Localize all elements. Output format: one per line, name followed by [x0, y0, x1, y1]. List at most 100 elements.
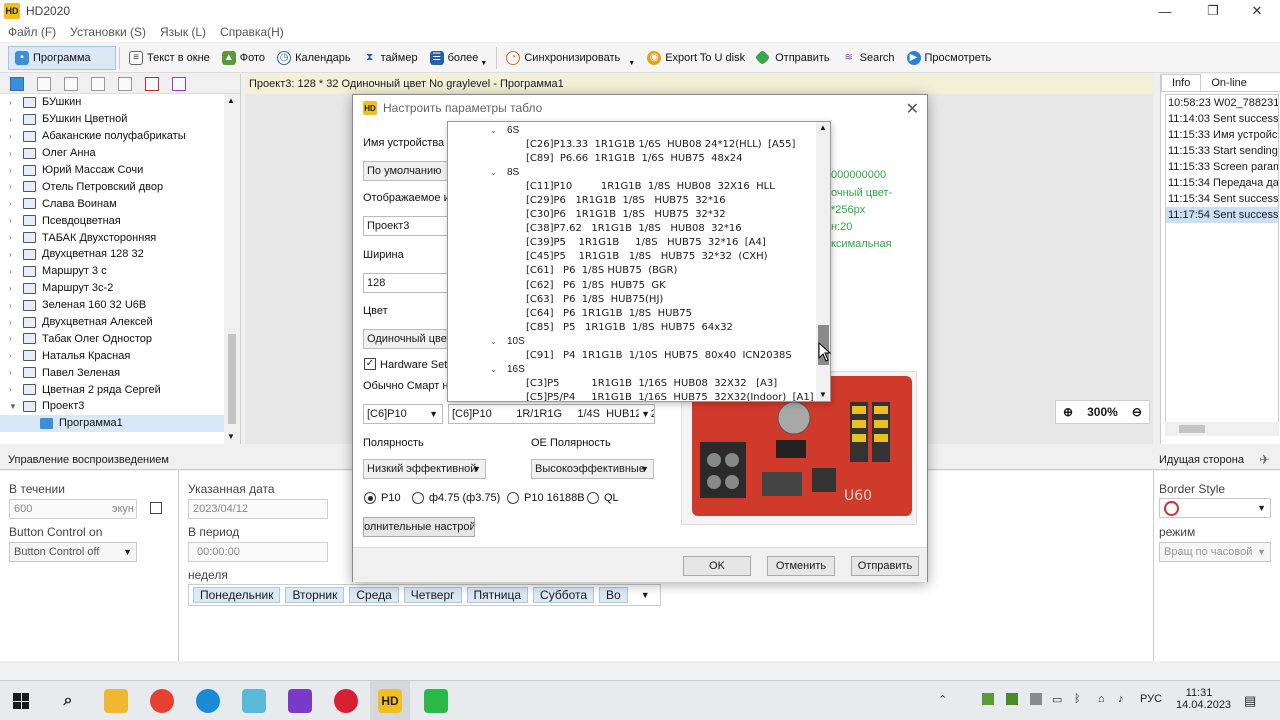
module-option[interactable]: [C30]P6 1R1G1B 1/8S HUB75 32*32 [448, 208, 816, 222]
opera-icon[interactable] [334, 689, 358, 713]
send-settings-button[interactable]: Отправить [851, 556, 919, 576]
scroll-down-icon[interactable]: ▼ [819, 390, 827, 399]
ok-button[interactable]: OK [683, 556, 751, 576]
oe-polarity-select[interactable]: Высокоэффективные ▼ [531, 459, 654, 479]
clock[interactable]: 11:31 14.04.2023 [1176, 687, 1231, 711]
device-icon[interactable] [1030, 693, 1042, 705]
more-button[interactable]: ☰ более ▼ [424, 46, 494, 70]
expand-right-icon[interactable]: › [9, 284, 23, 293]
tree-item[interactable]: › Абаканские полуфабрикаты [0, 128, 224, 145]
log-line[interactable]: 11:15:33 Имя устройс [1166, 127, 1278, 143]
nvidia-icon[interactable] [1006, 693, 1018, 705]
photo-button[interactable]: ▲ Фото [216, 46, 271, 70]
advanced-settings-button[interactable]: олнительные настрой [363, 517, 475, 537]
tree-item[interactable]: › Двухцветная 128 32 [0, 246, 224, 263]
color-select[interactable]: Одиночный цвет [363, 329, 449, 349]
start-button[interactable] [13, 693, 29, 709]
tree-item[interactable]: › Псевдоцветная [0, 212, 224, 229]
module-option[interactable]: [C64] P6 1R1G1B 1/8S HUB75 [448, 306, 816, 320]
module-option[interactable]: [C91] P4 1R1G1B 1/10S HUB75 80x40 ICN203… [448, 349, 816, 363]
zoom-out-icon[interactable]: ⊖ [1132, 405, 1142, 419]
tree-item[interactable]: › Павел Зеленая [0, 364, 224, 381]
collapse-icon[interactable]: ⌄ [490, 168, 507, 177]
mode-select[interactable]: Вращ по часовой ▼ [1159, 542, 1271, 562]
expand-right-icon[interactable]: › [9, 115, 23, 124]
during-checkbox[interactable] [150, 502, 162, 514]
expand-right-icon[interactable]: › [9, 318, 23, 327]
weekday-tag[interactable]: Суббота [533, 587, 595, 603]
menu-file[interactable]: Файл (F) [8, 25, 56, 39]
add-screen-icon[interactable] [10, 76, 24, 91]
calendar-button[interactable]: ◷ Календарь [271, 46, 357, 70]
edge-icon[interactable] [196, 689, 220, 713]
tree-item[interactable]: › Зеленая 160 32 U6B [0, 297, 224, 314]
expand-right-icon[interactable]: › [9, 267, 23, 276]
preview-button[interactable]: ▶ Просмотреть [901, 46, 998, 70]
log-line[interactable]: 11:17:54 Sent successf [1166, 207, 1278, 223]
module-full-select[interactable]: [C6]P10 1R/1R1G 1/4S HUB12 32 ▼ [448, 404, 655, 424]
hardware-settings-checkbox[interactable]: ✓ [364, 358, 376, 370]
close-button[interactable]: ✕ [1234, 0, 1280, 22]
file-explorer-icon[interactable] [104, 689, 128, 713]
weekday-tag[interactable]: Четверг [403, 587, 462, 603]
collapse-icon[interactable]: ⌄ [490, 337, 507, 346]
collapse-icon[interactable]: ⌄ [490, 126, 507, 135]
expand-right-icon[interactable]: › [9, 149, 23, 158]
scroll-thumb[interactable] [1179, 425, 1205, 433]
expand-right-icon[interactable]: › [9, 250, 23, 259]
dialog-close-icon[interactable]: ✕ [906, 99, 919, 119]
network-icon[interactable]: ⌂ [1098, 693, 1105, 705]
chrome-icon[interactable] [150, 689, 174, 713]
expand-right-icon[interactable]: › [9, 166, 23, 175]
radio-p10-16188[interactable] [507, 492, 519, 504]
log-line[interactable]: 10:58:23 W02_7882314 [1166, 95, 1278, 111]
expand-right-icon[interactable]: › [9, 216, 23, 225]
move-down-icon[interactable] [118, 76, 132, 91]
tree-item[interactable]: › Маршрут 3 с [0, 263, 224, 280]
polarity-select[interactable]: Низкий эффективной ▼ [363, 459, 486, 479]
tree-item[interactable]: › Юрий Массаж Сочи [0, 162, 224, 179]
module-group[interactable]: ⌄ 8S [448, 165, 816, 179]
module-option[interactable]: [C61] P6 1/8S HUB75 (BGR) [448, 264, 816, 278]
expand-right-icon[interactable]: › [9, 368, 23, 377]
tray-app-icon[interactable] [982, 693, 994, 705]
tree-item[interactable]: › Двухцветная Алексей [0, 314, 224, 331]
zoom-in-icon[interactable]: ⊕ [1063, 405, 1073, 419]
send-button[interactable]: Отправить [751, 46, 836, 70]
tree-item[interactable]: › Отель Петровский двор [0, 178, 224, 195]
timer-button[interactable]: ⧗ таймер [357, 46, 424, 70]
module-option[interactable]: [C62] P6 1/8S HUB75 GK [448, 278, 816, 292]
expand-right-icon[interactable]: › [9, 334, 23, 343]
module-option[interactable]: [C38]P7.62 1R1G1B 1/8S HUB08 32*16 [448, 222, 816, 236]
width-input[interactable]: 128 [363, 273, 449, 293]
module-option[interactable]: [C3]P5 1R1G1B 1/16S HUB08 32X32 [A3] [448, 377, 816, 391]
weekday-tag[interactable]: Вторник [285, 587, 345, 603]
language-indicator[interactable]: РУС [1140, 693, 1162, 705]
collapse-icon[interactable]: ⌄ [490, 365, 507, 374]
tree-item[interactable]: › Маршрут 3с-2 [0, 280, 224, 297]
tree-item[interactable]: › ТАБАК Двухсторонняя [0, 229, 224, 246]
tree-item[interactable]: › БУшкин [0, 94, 224, 111]
scroll-thumb[interactable] [228, 334, 236, 424]
bluetooth-icon[interactable]: ᛒ [1074, 693, 1081, 705]
tree-item[interactable]: › Слава Воинам [0, 195, 224, 212]
tree-item[interactable]: › Табак Олег Одностор [0, 330, 224, 347]
tray-chevron-icon[interactable]: ⌃ [938, 693, 947, 706]
module-option[interactable]: [C39]P5 1R1G1B 1/8S HUB75 32*16 [A4] [448, 236, 816, 250]
module-option[interactable]: [C45]P5 1R1G1B 1/8S HUB75 32*32 (CXH) [448, 250, 816, 264]
tree-item[interactable]: › БУшкин Цветной [0, 111, 224, 128]
module-option[interactable]: [C89] P6.66 1R1G1B 1/6S HUB75 48x24 [448, 151, 816, 165]
radio-p10[interactable] [364, 492, 376, 504]
tree-item[interactable]: › Цветная 2 ряда Сергей [0, 381, 224, 398]
frame-icon[interactable] [172, 76, 186, 91]
menu-settings[interactable]: Установки (S) [70, 25, 146, 39]
display-name-input[interactable]: Проект3 [363, 216, 449, 236]
log-line[interactable]: 11:15:34 Передача да [1166, 175, 1278, 191]
module-dropdown-list[interactable]: ⌄ 6S [C26]P13.33 1R1G1B 1/6S HUB08 24*12(H… [447, 121, 831, 402]
tree-scrollbar[interactable]: ▲ ▼ [224, 94, 240, 444]
text-button[interactable]: ≡ Текст в окне [123, 46, 216, 70]
expand-right-icon[interactable]: › [9, 385, 23, 394]
calculator-icon[interactable] [424, 689, 448, 713]
notepad-icon[interactable] [242, 689, 266, 713]
chevron-down-icon[interactable]: ▼ [641, 590, 650, 600]
